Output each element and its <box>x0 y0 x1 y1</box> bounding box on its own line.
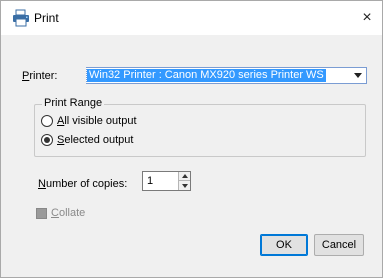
dialog-body: Printer: Win32 Printer : Canon MX920 ser… <box>1 35 382 277</box>
cancel-button[interactable]: Cancel <box>314 234 364 256</box>
radio-selected-label: Selected output <box>57 134 134 146</box>
radio-all-visible-label: All visible output <box>57 115 137 127</box>
print-dialog: Print × Printer: Win32 Printer : Canon M… <box>0 0 383 278</box>
window-title: Print <box>34 11 59 25</box>
copies-value[interactable]: 1 <box>147 175 153 187</box>
printer-icon <box>12 9 30 27</box>
collate-checkbox <box>36 208 47 219</box>
ok-button[interactable]: OK <box>260 234 308 256</box>
title-bar[interactable]: Print × <box>1 1 382 35</box>
radio-all-visible-output[interactable]: All visible output <box>41 115 137 127</box>
print-range-group: Print Range All visible output Selected … <box>34 97 366 157</box>
close-icon: × <box>362 9 372 26</box>
close-button[interactable]: × <box>352 1 382 35</box>
increment-icon[interactable] <box>178 172 190 181</box>
printer-label: Printer: <box>22 70 58 82</box>
decrement-icon[interactable] <box>178 181 190 190</box>
radio-selected-output[interactable]: Selected output <box>41 134 133 146</box>
collate-label: Collate <box>51 207 86 219</box>
printer-select[interactable]: Win32 Printer : Canon MX920 series Print… <box>86 67 367 84</box>
chevron-down-icon[interactable] <box>350 69 365 82</box>
radio-selected-icon[interactable] <box>41 134 53 146</box>
copies-stepper[interactable]: 1 <box>142 171 191 191</box>
printer-selected-value: Win32 Printer : Canon MX920 series Print… <box>86 68 327 83</box>
radio-all-visible-icon[interactable] <box>41 115 53 127</box>
print-range-legend: Print Range <box>42 97 105 109</box>
copies-label: Number of copies: <box>38 178 128 190</box>
